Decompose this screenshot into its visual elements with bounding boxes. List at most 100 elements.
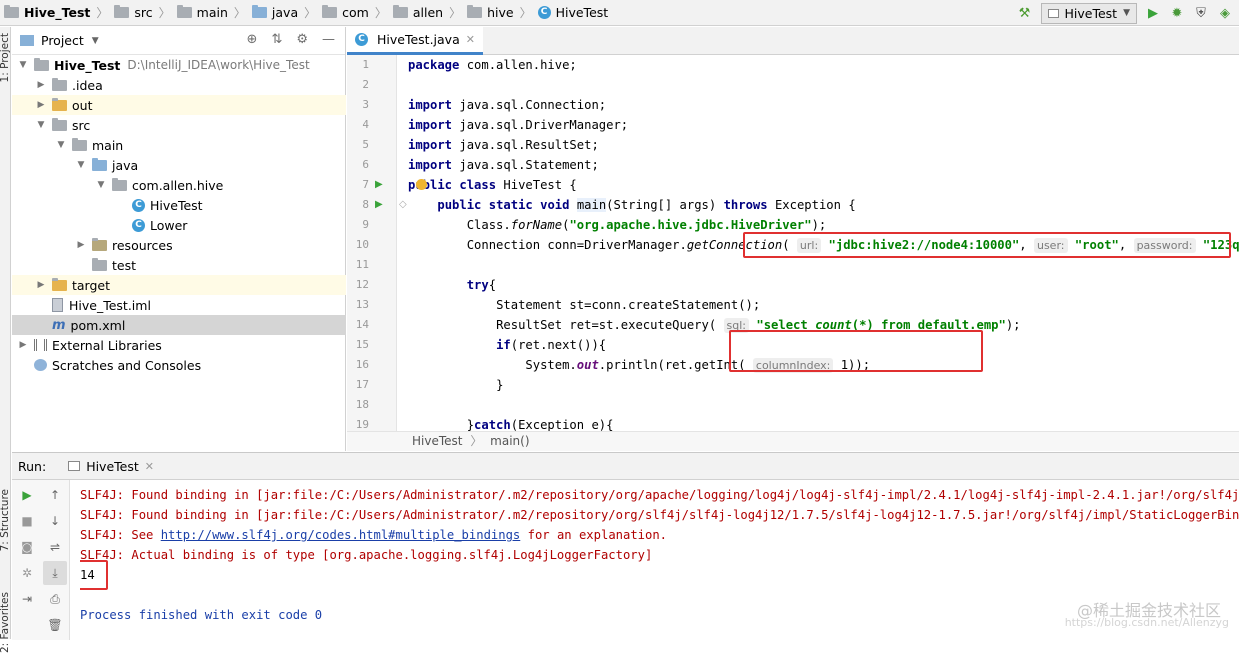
build-hammer-icon[interactable]: ⚒: [1017, 5, 1033, 21]
profile-icon[interactable]: ◈: [1217, 5, 1233, 21]
scratches-icon: [34, 359, 47, 371]
chevron-down-icon[interactable]: ▼: [92, 36, 99, 46]
class-icon: C: [537, 6, 551, 19]
breadcrumb-item-allen[interactable]: allen: [413, 5, 443, 20]
chevron-right-icon[interactable]: ▶: [74, 240, 88, 250]
up-arrow-icon[interactable]: ↑: [47, 487, 63, 503]
code-line: package com.allen.hive;: [408, 58, 577, 72]
code-line: import java.sql.Connection;: [408, 98, 607, 112]
tree-item-label: pom.xml: [70, 317, 126, 333]
tree-item-lower[interactable]: C Lower: [12, 215, 346, 235]
chevron-down-icon[interactable]: ▼: [16, 60, 30, 70]
print-icon[interactable]: ⎙: [47, 591, 63, 607]
breadcrumb-item-project[interactable]: Hive_Test: [24, 5, 90, 20]
code-line: }: [496, 378, 504, 392]
project-view-title[interactable]: Project: [41, 33, 84, 48]
line-number: 15: [355, 338, 369, 351]
locate-target-icon[interactable]: ⊕: [247, 32, 258, 47]
watermark-url: https://blog.csdn.net/Allenzyg: [1064, 616, 1229, 629]
run-configuration-select[interactable]: HiveTest ▼: [1040, 2, 1137, 24]
console-exit-status: Process finished with exit code 0: [80, 608, 323, 622]
chevron-right-icon[interactable]: ▶: [34, 100, 48, 110]
chevron-down-icon[interactable]: ▼: [54, 140, 68, 150]
line-number: 11: [355, 258, 369, 271]
intention-bulb-icon[interactable]: [416, 179, 427, 190]
tree-item-target[interactable]: ▶ target: [12, 275, 346, 295]
tree-item-hivetest[interactable]: C HiveTest: [12, 195, 346, 215]
run-side-toolbar: ▶ ↑ ■ ↓ ◙ ⇌ ✲ ⤓ ⇥ ⎙ 🗑: [12, 480, 70, 640]
settings-icon[interactable]: ✲: [19, 565, 35, 581]
editor-breadcrumb-method[interactable]: main(): [490, 434, 529, 448]
editor-breadcrumb-class[interactable]: HiveTest: [412, 434, 462, 448]
chevron-down-icon[interactable]: ▼: [74, 160, 88, 170]
tree-item-package[interactable]: ▼ com.allen.hive: [12, 175, 346, 195]
project-header: Project ▼ ⊕ ⇅ ⚙ —: [12, 27, 345, 55]
soft-wrap-icon[interactable]: ⇌: [47, 539, 63, 555]
tree-item-src[interactable]: ▼ src: [12, 115, 346, 135]
chevron-down-icon[interactable]: ▼: [94, 180, 108, 190]
tree-item-label: Hive_Test: [54, 57, 121, 73]
debug-bug-icon[interactable]: ✹: [1169, 5, 1185, 21]
iml-file-icon: [52, 298, 63, 312]
breadcrumb-item-class[interactable]: HiveTest: [556, 5, 609, 20]
tree-item-out[interactable]: ▶ out: [12, 95, 346, 115]
tree-item-label: test: [112, 257, 137, 273]
structure-tool-tab[interactable]: 7: Structure: [0, 489, 11, 551]
trash-icon[interactable]: 🗑: [47, 617, 63, 633]
chevron-down-icon[interactable]: ▼: [34, 120, 48, 130]
camera-icon[interactable]: ◙: [19, 539, 35, 555]
code-line: import java.sql.ResultSet;: [408, 138, 599, 152]
breadcrumb-item-hive[interactable]: hive: [487, 5, 513, 20]
code-line: public static void main(String[] args) t…: [437, 198, 856, 212]
tree-item-main[interactable]: ▼ main: [12, 135, 346, 155]
package-icon: [112, 177, 127, 191]
close-icon[interactable]: ✕: [466, 33, 475, 46]
tree-item-pom[interactable]: m pom.xml: [12, 315, 346, 335]
project-tool-tab[interactable]: 1: Project: [0, 33, 11, 82]
tree-item-idea[interactable]: ▶ .idea: [12, 75, 346, 95]
tree-item-test[interactable]: test: [12, 255, 346, 275]
source-folder-icon: [92, 157, 107, 171]
run-label: Run:: [18, 458, 47, 474]
run-icon[interactable]: ▶: [1145, 5, 1161, 21]
down-arrow-icon[interactable]: ↓: [47, 513, 63, 529]
breadcrumb-item-src[interactable]: src: [134, 5, 152, 20]
editor-tab-hivetest[interactable]: C HiveTest.java ✕: [347, 27, 483, 55]
tree-item-resources[interactable]: ▶ resources: [12, 235, 346, 255]
tree-item-scratches[interactable]: Scratches and Consoles: [12, 355, 346, 375]
gear-icon[interactable]: ⚙: [296, 32, 308, 47]
collapse-all-icon[interactable]: ⇅: [271, 32, 282, 47]
close-icon[interactable]: ✕: [145, 460, 154, 473]
hide-minus-icon[interactable]: —: [322, 32, 335, 47]
code-area[interactable]: package com.allen.hive; import java.sql.…: [408, 55, 1239, 431]
run-gutter-icon[interactable]: ▶: [375, 195, 383, 215]
fold-marker-icon[interactable]: ◇: [399, 195, 407, 215]
tree-item-external-libraries[interactable]: ▶ External Libraries: [12, 335, 346, 355]
scroll-to-end-icon[interactable]: ⤓: [43, 561, 67, 585]
breadcrumb: Hive_Test 〉 src 〉 main 〉 java 〉 com 〉 allen 〉 …: [4, 0, 608, 26]
rerun-icon[interactable]: ▶: [19, 487, 35, 503]
package-icon: [392, 5, 408, 18]
libraries-icon: [34, 339, 47, 351]
tree-item-java[interactable]: ▼ java: [12, 155, 346, 175]
stop-icon[interactable]: ■: [19, 513, 35, 529]
run-gutter-icon[interactable]: ▶: [375, 175, 383, 195]
breadcrumb-item-java[interactable]: java: [272, 5, 298, 20]
breadcrumb-item-main[interactable]: main: [197, 5, 228, 20]
console-line: SLF4J: Found binding in [jar:file:/C:/Us…: [80, 488, 1239, 502]
login-icon[interactable]: ⇥: [19, 591, 35, 607]
breadcrumb-item-com[interactable]: com: [342, 5, 369, 20]
package-icon: [467, 5, 483, 18]
favorites-tool-tab[interactable]: 2: Favorites: [0, 592, 11, 653]
line-number: 16: [355, 358, 369, 371]
chevron-right-icon[interactable]: ▶: [34, 80, 48, 90]
tree-item-root[interactable]: ▼ Hive_Test D:\IntelliJ_IDEA\work\Hive_T…: [12, 55, 346, 75]
tree-item-iml[interactable]: Hive_Test.iml: [12, 295, 346, 315]
line-number: 3: [362, 98, 369, 111]
run-tab-hivetest[interactable]: HiveTest ✕: [68, 459, 154, 474]
coverage-shield-icon[interactable]: ⛨: [1193, 5, 1209, 21]
console-link[interactable]: http://www.slf4j.org/codes.html#multiple…: [161, 528, 521, 542]
resources-folder-icon: [92, 237, 107, 251]
chevron-right-icon[interactable]: ▶: [34, 280, 48, 290]
chevron-right-icon[interactable]: ▶: [16, 340, 30, 350]
